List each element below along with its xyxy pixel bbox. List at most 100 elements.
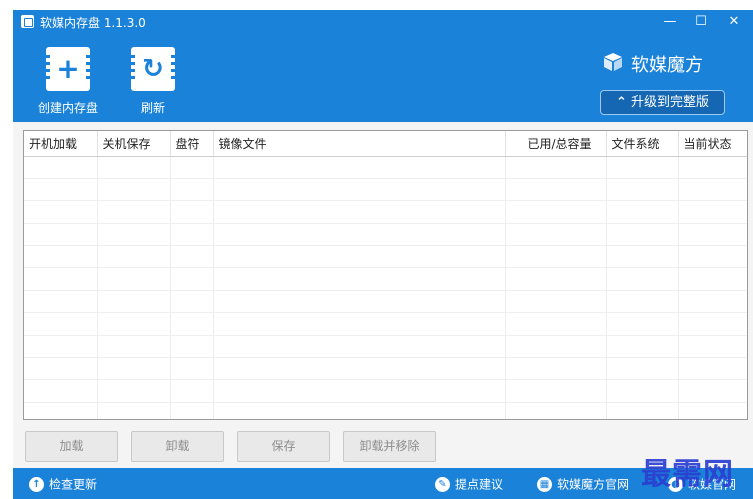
table-cell	[213, 379, 506, 403]
table-cell	[678, 290, 747, 314]
table-row	[24, 312, 747, 336]
table-cell	[97, 223, 171, 247]
table-cell	[97, 156, 171, 179]
table-cell	[170, 200, 214, 224]
brand-logo: 软媒魔方	[603, 50, 733, 76]
table-cell	[24, 402, 98, 419]
table-cell	[170, 290, 214, 314]
table-cell	[213, 357, 506, 381]
column-header-used-total[interactable]: 已用/总容量	[505, 131, 607, 157]
refresh-button[interactable]: ↻ 刷新	[108, 40, 198, 120]
table-cell	[606, 312, 679, 336]
table-header-row: 开机加载 关机保存 盘符 镜像文件 已用/总容量 文件系统 当前状态	[24, 131, 747, 157]
mofang-site-link[interactable]: ▦ 软媒魔方官网	[537, 475, 629, 493]
table-cell	[606, 379, 679, 403]
unload-remove-button[interactable]: 卸载并移除	[343, 431, 436, 462]
table-cell	[505, 245, 607, 269]
table-cell	[505, 156, 607, 179]
table-cell	[678, 200, 747, 224]
table-cell	[606, 357, 679, 381]
table-cell	[213, 402, 506, 419]
main-content: 开机加载 关机保存 盘符 镜像文件 已用/总容量 文件系统 当前状态 加载 卸载…	[13, 122, 753, 468]
table-cell	[213, 223, 506, 247]
table-cell	[170, 312, 214, 336]
table-cell	[24, 156, 98, 179]
table-row	[24, 200, 747, 224]
feedback-link[interactable]: ✎ 提点建议	[435, 475, 503, 493]
table-cell	[170, 178, 214, 202]
table-cell	[97, 312, 171, 336]
grid-icon: ▦	[537, 477, 552, 492]
column-header-boot-load[interactable]: 开机加载	[24, 131, 98, 157]
table-cell	[170, 267, 214, 291]
app-logo-icon	[21, 15, 34, 28]
table-cell	[24, 267, 98, 291]
table-row	[24, 379, 747, 403]
table-row	[24, 357, 747, 381]
table-row	[24, 223, 747, 247]
table-cell	[606, 335, 679, 359]
save-button[interactable]: 保存	[237, 431, 330, 462]
table-cell	[678, 312, 747, 336]
unload-button[interactable]: 卸载	[131, 431, 224, 462]
column-header-status[interactable]: 当前状态	[678, 131, 747, 157]
table-body	[24, 156, 747, 419]
table-cell	[97, 178, 171, 202]
table-cell	[170, 379, 214, 403]
create-ramdisk-button[interactable]: + 创建内存盘	[23, 40, 113, 120]
table-cell	[606, 223, 679, 247]
table-cell	[24, 245, 98, 269]
title-bar: 软媒内存盘 1.1.3.0 — ☐ ✕	[13, 10, 753, 34]
table-cell	[213, 156, 506, 179]
table-cell	[505, 335, 607, 359]
table-cell	[24, 312, 98, 336]
column-header-drive-letter[interactable]: 盘符	[170, 131, 214, 157]
table-cell	[24, 223, 98, 247]
double-chevron-up-icon: ⌃	[616, 95, 627, 110]
column-header-filesystem[interactable]: 文件系统	[606, 131, 679, 157]
table-cell	[678, 156, 747, 179]
column-header-shutdown-save[interactable]: 关机保存	[97, 131, 171, 157]
arrow-up-icon: ↑	[29, 477, 44, 492]
table-cell	[606, 200, 679, 224]
table-cell	[213, 245, 506, 269]
window-title: 软媒内存盘 1.1.3.0	[40, 16, 146, 30]
table-cell	[97, 335, 171, 359]
maximize-button[interactable]: ☐	[690, 12, 712, 32]
table-cell	[213, 200, 506, 224]
table-cell	[24, 335, 98, 359]
table-cell	[213, 335, 506, 359]
table-cell	[97, 379, 171, 403]
check-update-link[interactable]: ↑ 检查更新	[29, 475, 97, 493]
table-cell	[606, 267, 679, 291]
table-cell	[24, 200, 98, 224]
load-button[interactable]: 加载	[25, 431, 118, 462]
table-row	[24, 335, 747, 359]
column-header-image-file[interactable]: 镜像文件	[213, 131, 506, 157]
table-cell	[505, 178, 607, 202]
memory-chip-refresh-icon: ↻	[131, 47, 175, 91]
upgrade-button[interactable]: ⌃ 升级到完整版	[600, 90, 725, 115]
table-row	[24, 402, 747, 419]
table-cell	[678, 335, 747, 359]
table-cell	[97, 200, 171, 224]
table-cell	[678, 379, 747, 403]
table-cell	[505, 200, 607, 224]
table-cell	[170, 223, 214, 247]
table-cell	[678, 267, 747, 291]
table-cell	[97, 290, 171, 314]
table-cell	[678, 402, 747, 419]
table-cell	[505, 379, 607, 403]
table-cell	[213, 312, 506, 336]
table-cell	[24, 290, 98, 314]
watermark-text: 最需网	[641, 457, 734, 492]
table-cell	[678, 178, 747, 202]
table-cell	[170, 156, 214, 179]
table-cell	[678, 223, 747, 247]
minimize-button[interactable]: —	[659, 12, 681, 32]
close-button[interactable]: ✕	[723, 12, 745, 32]
ramdisk-table[interactable]: 开机加载 关机保存 盘符 镜像文件 已用/总容量 文件系统 当前状态	[23, 130, 748, 420]
table-cell	[505, 267, 607, 291]
app-window: 软媒内存盘 1.1.3.0 — ☐ ✕ + 创建内存盘 ↻ 刷新 软媒魔方 ⌃ 升…	[13, 10, 753, 499]
table-cell	[606, 178, 679, 202]
